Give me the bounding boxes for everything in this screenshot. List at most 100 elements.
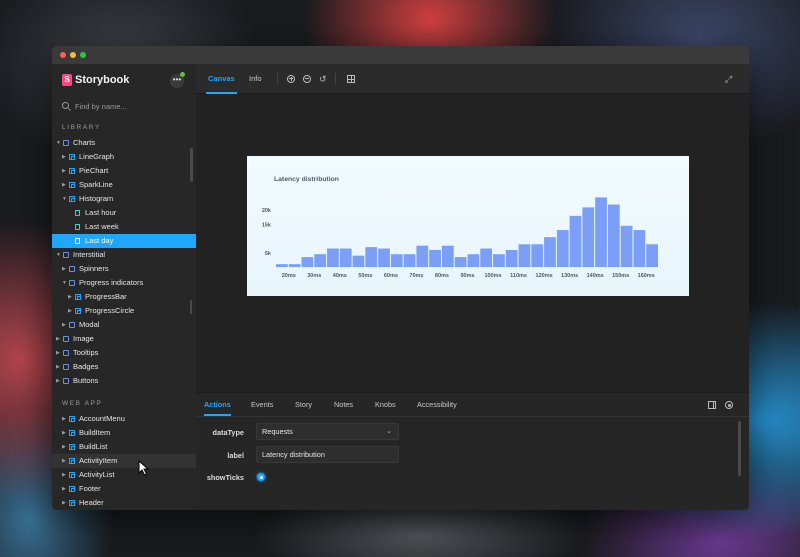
tab-notes[interactable]: Notes: [334, 393, 353, 416]
x-tick-label: 80ms: [435, 273, 449, 279]
sidebar-item-accountmenu[interactable]: ▶ AccountMenu: [52, 412, 196, 426]
app-title[interactable]: Storybook: [75, 74, 129, 86]
chevron-right-icon[interactable]: ▶: [62, 440, 66, 454]
sidebar-item-image[interactable]: ▶ Image: [52, 332, 196, 346]
search-input[interactable]: [75, 100, 180, 112]
component-icon: [75, 294, 81, 300]
chevron-right-icon[interactable]: ▶: [62, 454, 66, 468]
label-text-field[interactable]: Latency distribution: [256, 446, 399, 463]
tab-knobs[interactable]: Knobs: [375, 393, 396, 416]
sidebar-item-buildlist[interactable]: ▶ BuildList: [52, 440, 196, 454]
component-icon: [69, 168, 75, 174]
sidebar-item-histogram[interactable]: ▼ Histogram: [52, 192, 196, 206]
sidebar-item-tooltips[interactable]: ▶ Tooltips: [52, 346, 196, 360]
sidebar-item-piechart[interactable]: ▶ PieChart: [52, 164, 196, 178]
sidebar-scrollbar[interactable]: [190, 148, 193, 182]
component-icon: [69, 444, 75, 450]
sidebar-item-last-day[interactable]: Last day: [52, 234, 196, 248]
sidebar-item-linegraph[interactable]: ▶ LineGraph: [52, 150, 196, 164]
chevron-right-icon[interactable]: ▶: [68, 290, 72, 304]
sidebar-item-progress-indicators[interactable]: ▼ Progress indicators: [52, 276, 196, 290]
sidebar-item-label: Buttons: [73, 376, 99, 385]
sidebar-item-badges[interactable]: ▶ Badges: [52, 360, 196, 374]
fullscreen-icon[interactable]: ⤢: [725, 75, 733, 84]
chevron-down-icon[interactable]: ▼: [56, 248, 61, 262]
histogram-bar: [429, 249, 441, 267]
grid-icon[interactable]: [347, 75, 355, 83]
sidebar-item-progresscircle[interactable]: ▶ ProgressCircle: [52, 304, 196, 318]
component-icon: [69, 182, 75, 188]
folder-icon: [63, 378, 69, 384]
zoom-out-icon[interactable]: [303, 75, 311, 83]
maximize-window-button[interactable]: [80, 52, 86, 58]
histogram-bar: [518, 244, 531, 267]
tab-accessibility[interactable]: Accessibility: [417, 393, 457, 416]
x-tick-label: 30ms: [307, 273, 321, 279]
chevron-down-icon[interactable]: ▼: [62, 192, 67, 206]
histogram-bar: [569, 215, 582, 267]
addons-panel: Actions Events Story Notes Knobs Accessi…: [196, 392, 749, 510]
chevron-right-icon[interactable]: ▶: [62, 178, 66, 192]
sidebar-item-header[interactable]: ▶ Header: [52, 496, 196, 510]
chevron-down-icon[interactable]: ▼: [62, 276, 67, 290]
chevron-right-icon[interactable]: ▶: [68, 304, 72, 318]
chevron-down-icon[interactable]: ▼: [56, 136, 61, 150]
chevron-right-icon[interactable]: ▶: [56, 374, 60, 388]
panel-scrollbar[interactable]: [738, 421, 741, 476]
sidebar-item-buttons[interactable]: ▶ Buttons: [52, 374, 196, 388]
storybook-logo-icon[interactable]: S: [62, 74, 72, 86]
chevron-right-icon[interactable]: ▶: [62, 318, 66, 332]
panel-orientation-icon[interactable]: [708, 401, 716, 409]
close-window-button[interactable]: [60, 52, 66, 58]
tab-events[interactable]: Events: [251, 393, 273, 416]
chevron-right-icon[interactable]: ▶: [62, 496, 66, 510]
chevron-right-icon[interactable]: ▶: [56, 360, 60, 374]
tab-canvas[interactable]: Canvas: [206, 64, 237, 94]
label-text-value: Latency distribution: [262, 450, 325, 459]
component-icon: [69, 154, 75, 160]
sidebar-item-interstitial[interactable]: ▼ Interstitial: [52, 248, 196, 262]
datatype-select[interactable]: Requests ⌄: [256, 423, 399, 440]
main-area: Canvas Info ↺ ⤢ Latency distribution 5k 1…: [196, 64, 749, 510]
sidebar-item-progressbar[interactable]: ▶ ProgressBar: [52, 290, 196, 304]
zoom-in-icon[interactable]: [287, 75, 295, 83]
sidebar-scrollbar-secondary[interactable]: [190, 300, 192, 314]
histogram-bar: [378, 248, 390, 267]
folder-icon: [63, 140, 69, 146]
close-panel-icon[interactable]: [725, 401, 733, 409]
sidebar-item-sparkline[interactable]: ▶ SparkLine: [52, 178, 196, 192]
minimize-window-button[interactable]: [70, 52, 76, 58]
component-icon: [69, 430, 75, 436]
chevron-right-icon[interactable]: ▶: [62, 150, 66, 164]
histogram-bar: [531, 244, 544, 267]
histogram-bar: [582, 207, 595, 267]
zoom-reset-icon[interactable]: ↺: [319, 75, 327, 84]
chevron-right-icon[interactable]: ▶: [62, 412, 66, 426]
toolbar: Canvas Info ↺ ⤢: [196, 64, 749, 94]
sidebar-item-last-hour[interactable]: Last hour: [52, 206, 196, 220]
sidebar-item-activityitem[interactable]: ▶ ActivityItem: [52, 454, 196, 468]
chevron-right-icon[interactable]: ▶: [56, 332, 60, 346]
sidebar-item-modal[interactable]: ▶ Modal: [52, 318, 196, 332]
sidebar-item-footer[interactable]: ▶ Footer: [52, 482, 196, 496]
tab-info[interactable]: Info: [247, 64, 264, 94]
x-tick-label: 60ms: [384, 273, 398, 279]
bookmark-icon: [75, 224, 80, 230]
x-tick-label: 120ms: [536, 273, 553, 279]
chevron-right-icon[interactable]: ▶: [62, 164, 66, 178]
chevron-right-icon[interactable]: ▶: [56, 346, 60, 360]
sidebar-item-spinners[interactable]: ▶ Spinners: [52, 262, 196, 276]
chevron-right-icon[interactable]: ▶: [62, 426, 66, 440]
tab-story[interactable]: Story: [295, 393, 312, 416]
sidebar-item-charts[interactable]: ▼ Charts: [52, 136, 196, 150]
sidebar-item-activitylist[interactable]: ▶ ActivityList: [52, 468, 196, 482]
histogram-bar: [480, 248, 493, 267]
sidebar-item-last-week[interactable]: Last week: [52, 220, 196, 234]
chevron-right-icon[interactable]: ▶: [62, 468, 66, 482]
sidebar-item-builditem[interactable]: ▶ BuildItem: [52, 426, 196, 440]
showticks-toggle[interactable]: [257, 473, 265, 481]
chevron-right-icon[interactable]: ▶: [62, 482, 66, 496]
tab-actions[interactable]: Actions: [204, 393, 231, 416]
sidebar-item-label: SparkLine: [79, 180, 113, 189]
chevron-right-icon[interactable]: ▶: [62, 262, 66, 276]
